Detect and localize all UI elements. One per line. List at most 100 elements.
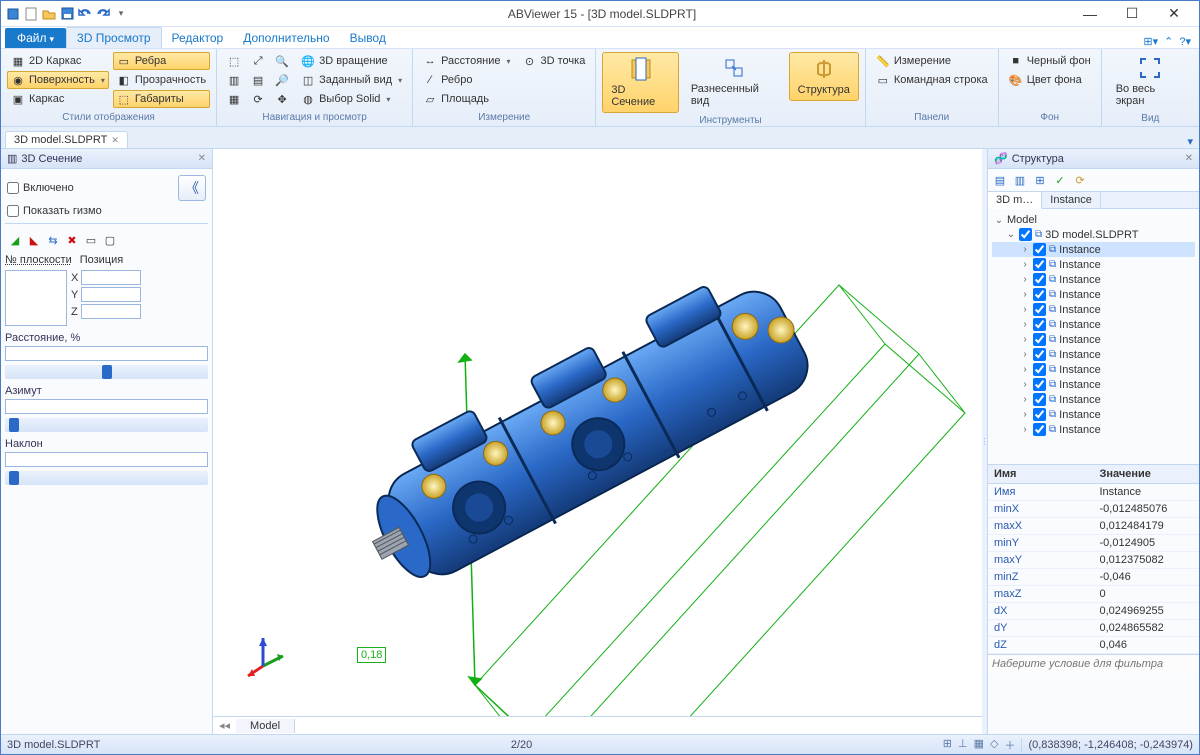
expander-icon[interactable]: › [1020, 379, 1030, 390]
prop-head-value[interactable]: Значение [1094, 465, 1200, 483]
expander-icon[interactable]: › [1020, 259, 1030, 270]
zoom-icon[interactable]: ＋ [1004, 737, 1015, 753]
nav-icon-3[interactable]: 🔍 [271, 52, 293, 70]
btn-2d-wireframe[interactable]: ▦2D Каркас [7, 52, 109, 70]
redo-icon[interactable] [95, 6, 111, 22]
prop-row[interactable]: dZ0,046 [988, 637, 1199, 654]
tree-checkbox[interactable] [1033, 273, 1046, 286]
tool-hide-icon[interactable]: ▢ [102, 232, 118, 248]
struct-tool-3-icon[interactable]: ⊞ [1032, 172, 1048, 188]
expander-icon[interactable]: › [1020, 334, 1030, 345]
tree-checkbox[interactable] [1033, 318, 1046, 331]
panel-close-icon[interactable]: ✕ [198, 153, 206, 164]
tree-checkbox[interactable] [1033, 243, 1046, 256]
osnap-icon[interactable]: ◇ [990, 737, 998, 753]
tool-flip-icon[interactable]: ⇆ [45, 232, 61, 248]
expander-icon[interactable]: › [1020, 274, 1030, 285]
expander-icon[interactable]: › [1020, 364, 1030, 375]
expander-icon[interactable]: › [1020, 409, 1030, 420]
tree-row-instance[interactable]: › ⧉ Instance [992, 242, 1195, 257]
document-tab[interactable]: 3D model.SLDPRT ✕ [5, 131, 128, 148]
struct-tool-1-icon[interactable]: ▤ [992, 172, 1008, 188]
enabled-checkbox[interactable] [7, 182, 19, 194]
y-input[interactable] [81, 287, 141, 302]
expander-icon[interactable]: › [1020, 349, 1030, 360]
cube-icon[interactable] [5, 6, 21, 22]
azimuth-input[interactable] [5, 399, 208, 414]
nav-icon-7[interactable]: ▦ [223, 90, 245, 108]
prop-row[interactable]: maxX0,012484179 [988, 518, 1199, 535]
nav-icon-2[interactable]: ⤢ [247, 52, 269, 70]
expander-icon[interactable]: › [1020, 394, 1030, 405]
tree-checkbox[interactable] [1033, 348, 1046, 361]
prop-row[interactable]: maxY0,012375082 [988, 552, 1199, 569]
tree-row-instance[interactable]: › ⧉ Instance [992, 347, 1195, 362]
tilt-input[interactable] [5, 452, 208, 467]
tree-checkbox[interactable] [1033, 258, 1046, 271]
btn-surface[interactable]: ◉Поверхность [7, 71, 109, 89]
undo-icon[interactable] [77, 6, 93, 22]
struct-tool-2-icon[interactable]: ▥ [1012, 172, 1028, 188]
nav-icon-9[interactable]: ✥ [271, 90, 293, 108]
expander-icon[interactable]: ⌄ [994, 215, 1004, 226]
ortho-icon[interactable]: ⊥ [958, 737, 968, 753]
tool-remove-icon[interactable]: ✖ [64, 232, 80, 248]
expander-icon[interactable]: › [1020, 304, 1030, 315]
structure-panel-header[interactable]: 🧬 Структура ✕ [988, 149, 1199, 169]
tree-row-instance[interactable]: › ⧉ Instance [992, 272, 1195, 287]
ribbon-collapse-icon[interactable]: ⌃ [1164, 35, 1173, 48]
prop-row[interactable]: maxZ0 [988, 586, 1199, 603]
save-icon[interactable] [59, 6, 75, 22]
struct-tool-5-icon[interactable]: ⟳ [1072, 172, 1088, 188]
tree-row-instance[interactable]: › ⧉ Instance [992, 362, 1195, 377]
distance-input[interactable] [5, 346, 208, 361]
prop-row[interactable]: dY0,024865582 [988, 620, 1199, 637]
btn-transparency[interactable]: ◧Прозрачность [113, 71, 210, 89]
tool-reset-icon[interactable]: ▭ [83, 232, 99, 248]
tree-checkbox[interactable] [1033, 408, 1046, 421]
nav-icon-1[interactable]: ⬚ [223, 52, 245, 70]
btn-preset-view[interactable]: ◫Заданный вид [297, 71, 406, 89]
tree-checkbox[interactable] [1033, 363, 1046, 376]
axis-gizmo[interactable] [233, 626, 293, 686]
tree-checkbox[interactable] [1033, 333, 1046, 346]
struct-tool-4-icon[interactable]: ✓ [1052, 172, 1068, 188]
prop-row[interactable]: minY-0,0124905 [988, 535, 1199, 552]
btn-structure[interactable]: Структура [789, 52, 859, 101]
expander-icon[interactable]: › [1020, 424, 1030, 435]
structure-panel-close-icon[interactable]: ✕ [1185, 153, 1193, 164]
btn-select-solid[interactable]: ◍Выбор Solid [297, 90, 406, 108]
filter-input[interactable] [988, 655, 1199, 673]
tabs-dropdown-icon[interactable]: ▾ [1187, 135, 1199, 148]
tree-checkbox[interactable] [1033, 378, 1046, 391]
structure-tree[interactable]: ⌄ Model ⌄ ⧉ 3D model.SLDPRT › ⧉ Instance… [988, 209, 1199, 464]
tree-root-label[interactable]: Model [1007, 214, 1037, 226]
btn-black-bg[interactable]: ■Черный фон [1005, 52, 1095, 70]
tilt-slider[interactable] [5, 471, 208, 485]
btn-edges[interactable]: ▭Ребра [113, 52, 210, 70]
tree-row-instance[interactable]: › ⧉ Instance [992, 422, 1195, 437]
close-tab-icon[interactable]: ✕ [111, 135, 119, 146]
nav-icon-8[interactable]: ⟳ [247, 90, 269, 108]
z-input[interactable] [81, 304, 141, 319]
tab-output[interactable]: Вывод [340, 28, 396, 48]
tree-checkbox[interactable] [1033, 288, 1046, 301]
canvas-3d[interactable]: 0,50 0,19 0,18 .canvas .dim-label:nth-of… [213, 149, 982, 716]
prop-row[interactable]: minZ-0,046 [988, 569, 1199, 586]
tree-row-instance[interactable]: › ⧉ Instance [992, 332, 1195, 347]
btn-3d-rotate[interactable]: 🌐3D вращение [297, 52, 406, 70]
nav-icon-6[interactable]: 🔎 [271, 71, 293, 89]
show-gizmo-checkbox[interactable] [7, 205, 19, 217]
qat-dropdown-icon[interactable]: ▾ [113, 6, 129, 22]
distance-slider[interactable] [5, 365, 208, 379]
file-tab[interactable]: Файл [5, 28, 66, 48]
tool-plane-x-icon[interactable]: ◢ [7, 232, 23, 248]
tree-row-instance[interactable]: › ⧉ Instance [992, 257, 1195, 272]
expander-icon[interactable]: ⌄ [1006, 229, 1016, 240]
prop-row[interactable]: minX-0,012485076 [988, 501, 1199, 518]
new-icon[interactable] [23, 6, 39, 22]
expander-icon[interactable]: › [1020, 289, 1030, 300]
close-button[interactable]: ✕ [1159, 5, 1189, 23]
prop-head-name[interactable]: Имя [988, 465, 1094, 483]
btn-edge[interactable]: ∕Ребро [419, 71, 514, 89]
